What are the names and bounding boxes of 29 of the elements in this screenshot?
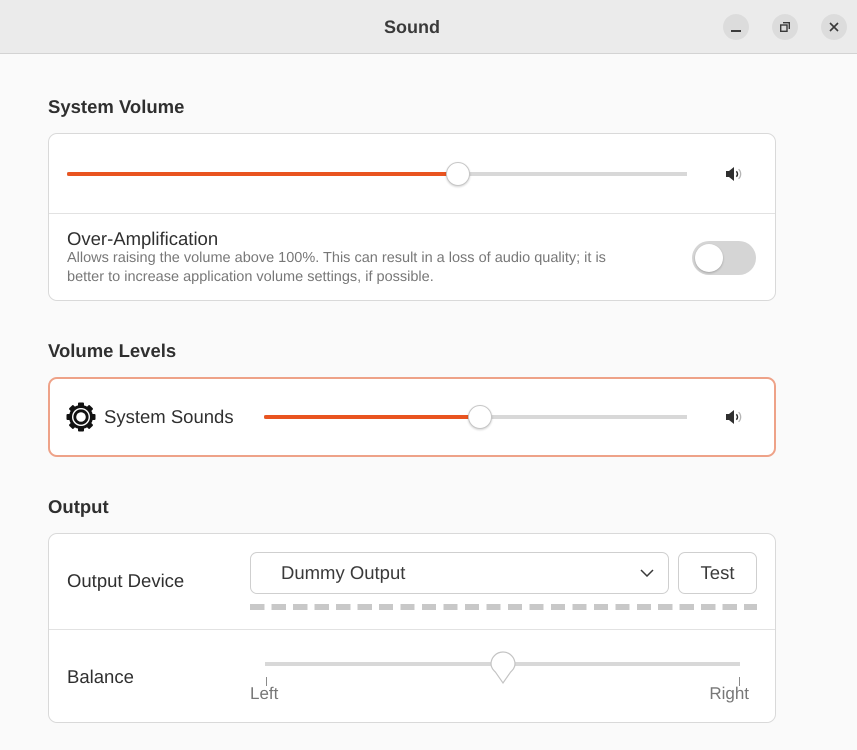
scale-label: Right bbox=[709, 686, 749, 702]
gear-icon bbox=[66, 402, 96, 432]
test-button[interactable]: Test bbox=[678, 552, 757, 594]
tick-mark bbox=[739, 677, 740, 686]
minimize-icon bbox=[731, 30, 741, 32]
maximize-button[interactable] bbox=[772, 14, 798, 40]
setting-label: Output Device bbox=[67, 570, 186, 592]
setting-label: Balance bbox=[67, 666, 135, 688]
window-title: Sound bbox=[384, 16, 440, 38]
slider-thumb[interactable] bbox=[490, 651, 516, 686]
tick-mark bbox=[266, 677, 267, 686]
setting-description: Allows raising the volume above 100%. This can result in a loss of audio quality; it is better to increase application volume settings, if possible. bbox=[67, 249, 607, 287]
slider-thumb[interactable] bbox=[446, 162, 470, 186]
close-icon bbox=[829, 22, 839, 32]
minimize-button[interactable] bbox=[723, 14, 749, 40]
slider-thumb[interactable] bbox=[468, 405, 492, 429]
output-device-dropdown[interactable]: Dummy Output bbox=[250, 552, 669, 594]
section-heading: Volume Levels bbox=[48, 339, 178, 363]
stream-name: System Sounds bbox=[104, 406, 235, 428]
section-heading: Output bbox=[48, 495, 110, 519]
chevron-down-icon bbox=[640, 569, 654, 577]
restore-icon bbox=[780, 22, 790, 32]
over-amplification-switch[interactable] bbox=[692, 240, 756, 274]
close-button[interactable] bbox=[821, 14, 847, 40]
speaker-icon[interactable] bbox=[725, 166, 742, 182]
section-heading: System Volume bbox=[48, 95, 186, 119]
setting-title: Over-Amplification bbox=[67, 228, 220, 249]
scale-label: Left bbox=[250, 686, 278, 702]
speaker-icon[interactable] bbox=[725, 409, 742, 425]
